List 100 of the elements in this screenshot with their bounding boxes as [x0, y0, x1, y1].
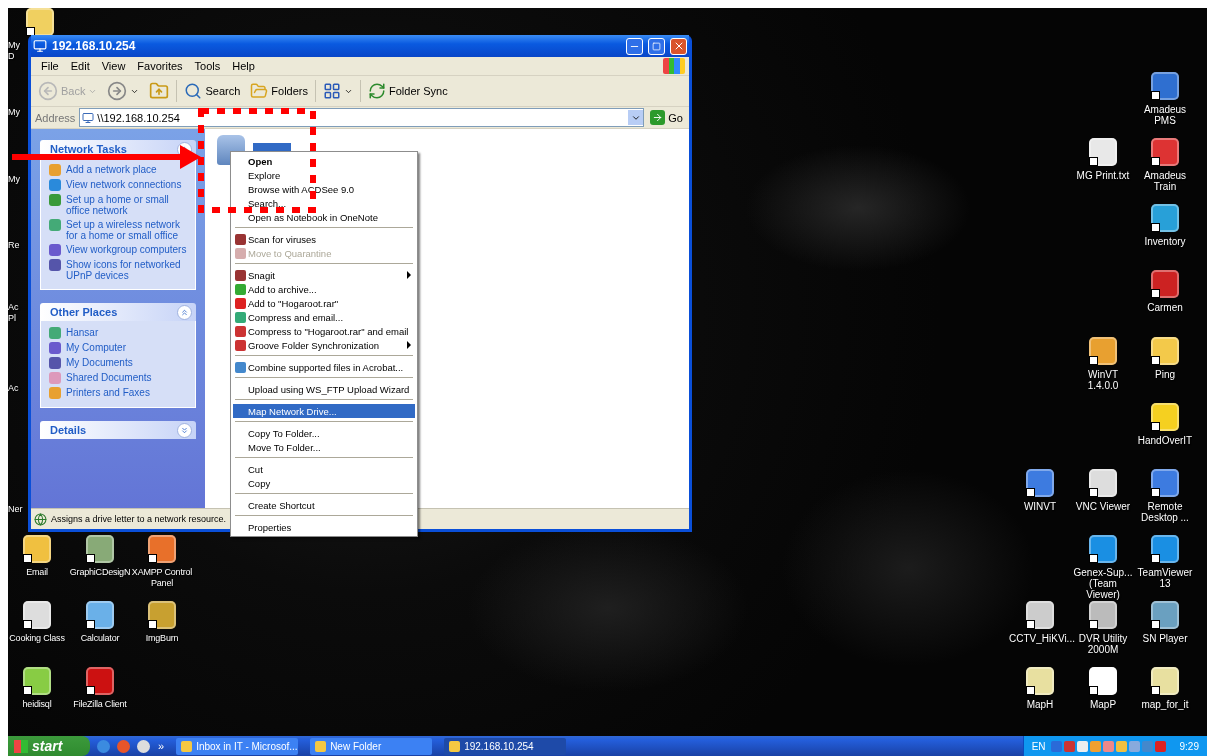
desktop-icon-label[interactable]: Inventory [1144, 236, 1186, 247]
app-icon[interactable] [1151, 270, 1179, 298]
app-icon[interactable] [1151, 72, 1179, 100]
desktop-icon-label[interactable]: map_for_it [1141, 699, 1189, 710]
desktop-icon-label[interactable]: Cooking Class [9, 633, 65, 644]
menu-item[interactable]: Compress and email... [233, 310, 415, 324]
menu-item[interactable]: Copy [233, 476, 415, 490]
desktop-icon-label[interactable]: GraphiCDesigN [69, 567, 131, 578]
app-icon[interactable] [1089, 469, 1117, 497]
menu-item[interactable]: Combine supported files in Acrobat... [233, 360, 415, 374]
menu-item[interactable]: Scan for viruses [233, 232, 415, 246]
menu-item[interactable]: Open as Notebook in OneNote [233, 210, 415, 224]
menu-item[interactable]: Favorites [131, 59, 189, 73]
app-icon[interactable] [1089, 535, 1117, 563]
taskbar-button[interactable]: Inbox in IT - Microsof... [176, 737, 299, 755]
menu-item[interactable]: Move To Folder... [233, 440, 415, 454]
desktop-icon-label[interactable]: Calculator [80, 633, 120, 644]
close-button[interactable] [670, 37, 687, 55]
task-link[interactable]: Add a network place [49, 164, 189, 176]
app-icon[interactable] [86, 601, 114, 629]
desktop-icon-label[interactable]: HandOverIT [1137, 435, 1193, 446]
app-icon[interactable] [1089, 667, 1117, 695]
desktop-icon-label[interactable]: XAMPP Control Panel [131, 567, 193, 589]
menu-item[interactable]: Tools [188, 59, 227, 73]
menu-item[interactable]: Snagit [233, 268, 415, 282]
folders-button[interactable]: Folders [247, 80, 311, 102]
menu-item[interactable]: Add to "Hogaroot.rar" [233, 296, 415, 310]
task-link[interactable]: Set up a wireless network for a home or small office [49, 219, 189, 241]
desktop-icon-label[interactable]: WINVT [1023, 501, 1057, 512]
pane-header[interactable]: Details [40, 421, 196, 439]
desktop-icon-label[interactable]: SN Player [1142, 633, 1188, 644]
app-icon[interactable] [1089, 138, 1117, 166]
taskbar-button[interactable]: 192.168.10.254 [444, 737, 567, 755]
app-icon[interactable] [86, 667, 114, 695]
app-icon[interactable] [1151, 337, 1179, 365]
desktop-icon-label[interactable]: Email [26, 567, 48, 578]
app-icon[interactable] [148, 535, 176, 563]
desktop-icon-label[interactable]: Re [8, 240, 27, 251]
menu-item[interactable]: Cut [233, 462, 415, 476]
menu-item[interactable]: Map Network Drive... [233, 404, 415, 418]
app-icon[interactable] [1151, 403, 1179, 431]
desktop-icon-label[interactable]: FileZilla Client [73, 699, 127, 710]
desktop-icon-label[interactable]: Genex-Sup... (Team Viewer) [1072, 567, 1134, 600]
pane-header[interactable]: Other Places [40, 303, 196, 321]
menu-item[interactable]: Search... [233, 196, 415, 210]
app-icon[interactable] [23, 601, 51, 629]
task-link[interactable]: My Computer [49, 342, 189, 354]
app-icon[interactable] [1151, 204, 1179, 232]
menu-item[interactable]: Open [233, 154, 415, 168]
tray-icon[interactable] [1076, 740, 1088, 752]
quick-launch-icon[interactable] [137, 739, 150, 753]
menu-item[interactable]: Properties [233, 520, 415, 534]
minimize-button[interactable] [626, 37, 643, 55]
menu-item[interactable]: File [35, 59, 65, 73]
menu-item[interactable]: Compress to "Hogaroot.rar" and email [233, 324, 415, 338]
app-icon[interactable] [1151, 535, 1179, 563]
desktop-icon-label[interactable]: MapP [1089, 699, 1117, 710]
desktop-icon-label[interactable]: MG Print.txt [1076, 170, 1130, 181]
task-link[interactable]: Set up a home or small office network [49, 194, 189, 216]
menu-item[interactable]: View [95, 59, 132, 73]
start-button[interactable]: start [8, 736, 90, 756]
menu-item[interactable]: Edit [64, 59, 96, 73]
app-icon[interactable] [1151, 601, 1179, 629]
app-icon[interactable] [1026, 469, 1054, 497]
menu-item[interactable]: Help [226, 59, 261, 73]
desktop-icon-label[interactable]: heidisql [22, 699, 52, 710]
search-button[interactable]: Search [181, 80, 244, 102]
desktop-icon-label[interactable]: My [8, 107, 27, 118]
task-link[interactable]: Shared Documents [49, 372, 189, 384]
app-icon[interactable] [1151, 469, 1179, 497]
desktop-icon-label[interactable]: ImgBurn [145, 633, 179, 644]
app-icon[interactable] [23, 667, 51, 695]
task-link[interactable]: Show icons for networked UPnP devices [49, 259, 189, 281]
desktop-icon-label[interactable]: Amadeus Train [1134, 170, 1196, 192]
menu-item[interactable]: Create Shortcut [233, 498, 415, 512]
sync-button[interactable]: Folder Sync [365, 80, 451, 102]
more-button[interactable]: » [158, 740, 165, 752]
app-icon[interactable] [1026, 601, 1054, 629]
desktop-icon-label[interactable]: Amadeus PMS [1134, 104, 1196, 126]
task-link[interactable]: Hansar [49, 327, 189, 339]
maximize-button[interactable] [648, 37, 665, 55]
desktop-icon-label[interactable]: Ac [8, 383, 27, 394]
desktop-icon-label[interactable]: VNC Viewer [1075, 501, 1131, 512]
menu-item[interactable]: Upload using WS_FTP Upload Wizard [233, 382, 415, 396]
desktop-icon-label[interactable]: Ac Pl [8, 302, 27, 324]
app-icon[interactable] [1089, 601, 1117, 629]
desktop-icon-label[interactable]: MapH [1026, 699, 1054, 710]
go-button[interactable]: Go [648, 110, 685, 125]
menu-item[interactable]: Groove Folder Synchronization [233, 338, 415, 352]
desktop-icon-label[interactable]: My D [8, 40, 27, 62]
desktop-icon-label[interactable]: WinVT 1.4.0.0 [1072, 369, 1134, 391]
task-link[interactable]: My Documents [49, 357, 189, 369]
desktop-icon-label[interactable]: Ner [8, 504, 27, 515]
menu-item[interactable]: Copy To Folder... [233, 426, 415, 440]
taskbar-button[interactable]: New Folder [310, 737, 433, 755]
app-icon[interactable] [1151, 138, 1179, 166]
app-icon[interactable] [86, 535, 114, 563]
menu-item[interactable]: Add to archive... [233, 282, 415, 296]
desktop-icon-label[interactable]: TeamViewer 13 [1134, 567, 1196, 589]
desktop-icon-label[interactable]: Ping [1155, 369, 1175, 380]
